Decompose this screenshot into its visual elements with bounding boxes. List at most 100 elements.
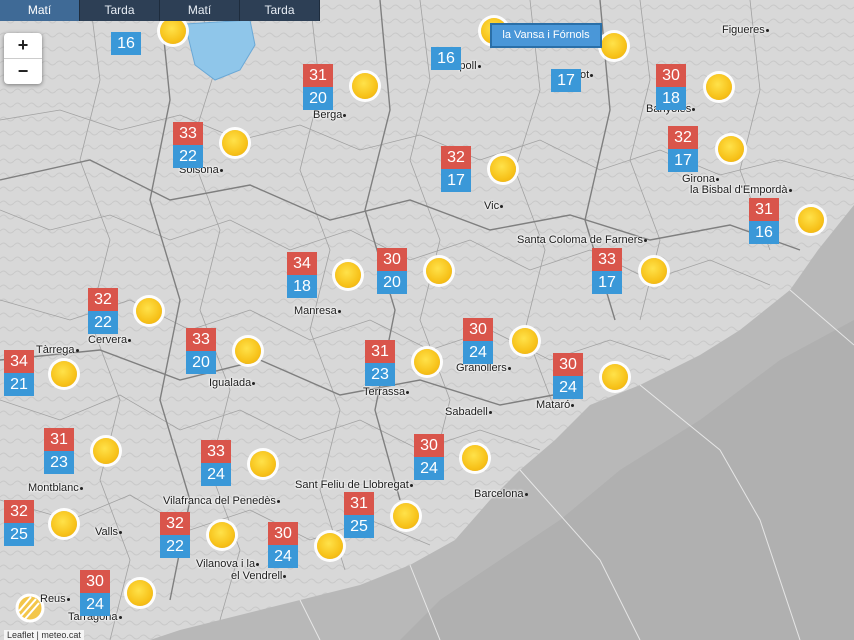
sun-icon[interactable] bbox=[393, 503, 419, 529]
min-temp-badge[interactable]: 24 bbox=[268, 545, 298, 568]
sun-icon[interactable] bbox=[127, 580, 153, 606]
min-temp-badge[interactable]: 24 bbox=[414, 457, 444, 480]
sun-icon[interactable] bbox=[512, 328, 538, 354]
max-temp-badge[interactable]: 32 bbox=[160, 512, 190, 535]
place-name: la Bisbal d'Empordà bbox=[690, 184, 788, 196]
sun-icon[interactable] bbox=[250, 451, 276, 477]
min-temp-badge[interactable]: 25 bbox=[344, 515, 374, 538]
sun-icon[interactable] bbox=[601, 33, 627, 59]
sun-icon[interactable] bbox=[335, 262, 361, 288]
max-temp-badge[interactable]: 32 bbox=[441, 146, 471, 169]
max-temp-badge[interactable]: 33 bbox=[173, 122, 203, 145]
max-temp-badge[interactable]: 30 bbox=[463, 318, 493, 341]
sun-icon[interactable] bbox=[602, 364, 628, 390]
min-temp-badge[interactable]: 18 bbox=[287, 275, 317, 298]
place-name: Reus bbox=[40, 593, 66, 605]
place-name: Terrassa bbox=[363, 386, 406, 398]
sun-icon[interactable] bbox=[490, 156, 516, 182]
place-dot-icon bbox=[252, 381, 256, 385]
max-temp-badge[interactable]: 32 bbox=[668, 126, 698, 149]
place-dot-icon bbox=[716, 177, 720, 181]
max-temp-badge[interactable]: 33 bbox=[186, 328, 216, 351]
min-temp-badge[interactable]: 16 bbox=[431, 47, 461, 70]
sun-icon[interactable] bbox=[462, 445, 488, 471]
max-temp-badge[interactable]: 31 bbox=[365, 340, 395, 363]
min-temp-badge[interactable]: 16 bbox=[111, 32, 141, 55]
sun-icon[interactable] bbox=[136, 298, 162, 324]
sun-icon[interactable] bbox=[641, 258, 667, 284]
place-name: Mataró bbox=[536, 399, 571, 411]
max-temp-badge[interactable]: 30 bbox=[268, 522, 298, 545]
min-temp-badge[interactable]: 17 bbox=[668, 149, 698, 172]
min-temp-badge[interactable]: 17 bbox=[441, 169, 471, 192]
max-temp-badge[interactable]: 30 bbox=[656, 64, 686, 87]
sun-icon[interactable] bbox=[317, 533, 343, 559]
tab-mati-1[interactable]: Matí bbox=[0, 0, 80, 21]
min-temp-badge[interactable]: 24 bbox=[463, 341, 493, 364]
map-attribution[interactable]: Leaflet | meteo.cat bbox=[4, 630, 84, 640]
min-temp-badge[interactable]: 22 bbox=[88, 311, 118, 334]
place-dot-icon bbox=[692, 107, 696, 111]
min-temp-badge[interactable]: 23 bbox=[365, 363, 395, 386]
sun-icon[interactable] bbox=[352, 73, 378, 99]
max-temp-badge[interactable]: 33 bbox=[201, 440, 231, 463]
min-temp-badge[interactable]: 17 bbox=[551, 69, 581, 92]
sun-icon[interactable] bbox=[426, 258, 452, 284]
sun-icon[interactable] bbox=[160, 18, 186, 44]
min-temp-badge[interactable]: 20 bbox=[303, 87, 333, 110]
max-temp-badge[interactable]: 34 bbox=[4, 350, 34, 373]
min-temp-badge[interactable]: 25 bbox=[4, 523, 34, 546]
min-temp-badge[interactable]: 16 bbox=[749, 221, 779, 244]
sun-icon[interactable] bbox=[798, 207, 824, 233]
max-temp-badge[interactable]: 31 bbox=[303, 64, 333, 87]
sun-icon[interactable] bbox=[209, 522, 235, 548]
max-temp-badge[interactable]: 30 bbox=[80, 570, 110, 593]
max-temp-badge[interactable]: 30 bbox=[377, 248, 407, 271]
max-temp-badge[interactable]: 33 bbox=[592, 248, 622, 271]
place-label: Vilafranca del Penedès bbox=[163, 495, 281, 507]
sun-icon[interactable] bbox=[414, 349, 440, 375]
min-temp-badge[interactable]: 24 bbox=[553, 376, 583, 399]
min-temp-badge[interactable]: 22 bbox=[160, 535, 190, 558]
max-temp-badge[interactable]: 32 bbox=[88, 288, 118, 311]
min-temp-badge[interactable]: 24 bbox=[201, 463, 231, 486]
place-label: Vic bbox=[484, 200, 504, 212]
min-temp-badge[interactable]: 22 bbox=[173, 145, 203, 168]
place-label: el Vendrell bbox=[231, 570, 287, 582]
zoom-in-button[interactable]: + bbox=[4, 33, 42, 58]
min-temp-badge[interactable]: 24 bbox=[80, 593, 110, 616]
sun-icon[interactable] bbox=[706, 74, 732, 100]
max-temp-badge[interactable]: 30 bbox=[553, 353, 583, 376]
tab-mati-2[interactable]: Matí bbox=[160, 0, 240, 21]
min-temp-badge[interactable]: 20 bbox=[186, 351, 216, 374]
max-temp-badge[interactable]: 31 bbox=[749, 198, 779, 221]
place-dot-icon bbox=[119, 530, 123, 534]
max-temp-badge[interactable]: 32 bbox=[4, 500, 34, 523]
place-label: la Bisbal d'Empordà bbox=[690, 184, 793, 196]
max-temp-badge[interactable]: 34 bbox=[287, 252, 317, 275]
sun-icon[interactable] bbox=[51, 511, 77, 537]
place-dot-icon bbox=[406, 390, 410, 394]
max-temp-badge[interactable]: 31 bbox=[44, 428, 74, 451]
sun-icon[interactable] bbox=[51, 361, 77, 387]
place-dot-icon bbox=[79, 486, 83, 490]
tab-tarda-1[interactable]: Tarda bbox=[80, 0, 160, 21]
min-temp-badge[interactable]: 20 bbox=[377, 271, 407, 294]
weather-map[interactable]: Matí Tarda Matí Tarda + − la Vansa i Fór… bbox=[0, 0, 854, 640]
place-dot-icon bbox=[276, 499, 280, 503]
sun-icon[interactable] bbox=[235, 338, 261, 364]
min-temp-badge[interactable]: 18 bbox=[656, 87, 686, 110]
zoom-out-button[interactable]: − bbox=[4, 58, 42, 84]
station-tooltip: la Vansa i Fórnols bbox=[490, 23, 602, 48]
max-temp-badge[interactable]: 30 bbox=[414, 434, 444, 457]
max-temp-badge[interactable]: 31 bbox=[344, 492, 374, 515]
min-temp-badge[interactable]: 17 bbox=[592, 271, 622, 294]
sun-icon[interactable] bbox=[93, 438, 119, 464]
min-temp-badge[interactable]: 21 bbox=[4, 373, 34, 396]
period-tabs: Matí Tarda Matí Tarda bbox=[0, 0, 320, 21]
min-temp-badge[interactable]: 23 bbox=[44, 451, 74, 474]
sun-icon[interactable] bbox=[222, 130, 248, 156]
tab-tarda-2[interactable]: Tarda bbox=[240, 0, 320, 21]
place-label: Cervera bbox=[88, 334, 132, 346]
sun-icon[interactable] bbox=[718, 136, 744, 162]
